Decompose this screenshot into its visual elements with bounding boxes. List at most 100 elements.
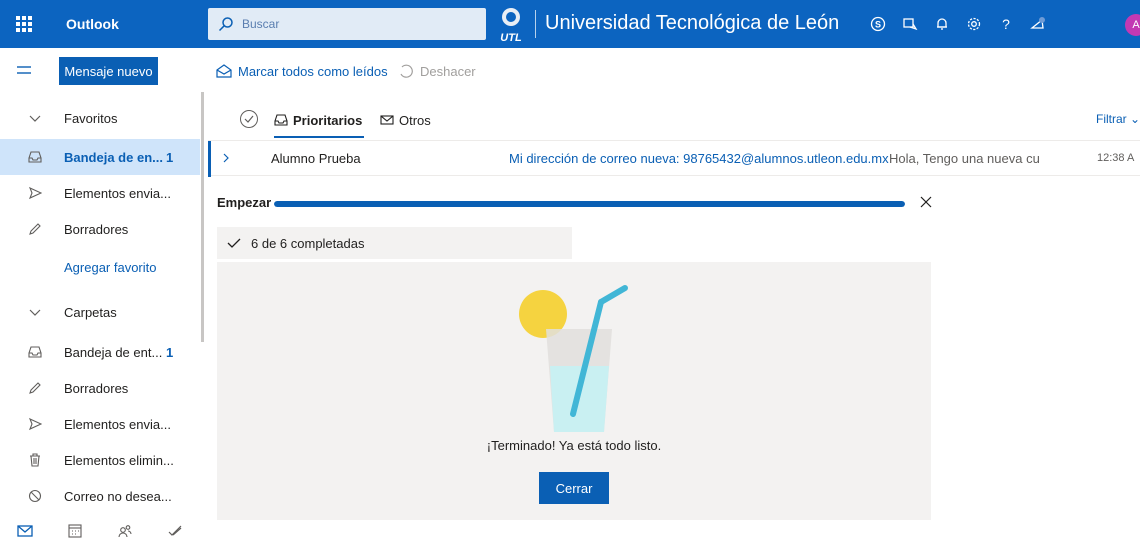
org-separator <box>535 10 536 38</box>
svg-text:?: ? <box>1002 16 1010 32</box>
utl-logo: UTL <box>500 8 522 44</box>
sidebar-item-label: Bandeja de en... <box>64 149 163 165</box>
tab-focused[interactable]: Prioritarios <box>274 110 362 130</box>
sidebar-item-label: Elementos envia... <box>64 185 171 201</box>
close-icon <box>920 196 932 208</box>
select-all-checkbox[interactable] <box>240 110 258 128</box>
filter-button[interactable]: Filtrar ⌄ <box>1096 112 1140 126</box>
settings-button[interactable] <box>958 0 990 48</box>
sidebar-item-favorites-drafts[interactable]: Borradores <box>0 211 200 247</box>
getting-started-progress <box>274 201 905 207</box>
module-switcher <box>0 513 204 549</box>
chevron-right-icon[interactable] <box>222 152 230 164</box>
progress-fill <box>274 201 905 207</box>
sidebar-item-label: Bandeja de ent... <box>64 344 163 360</box>
sidebar-item-drafts[interactable]: Borradores <box>0 370 200 406</box>
sidebar-item-favorites-sent[interactable]: Elementos envia... <box>0 175 200 211</box>
undo-icon <box>400 64 413 78</box>
app-name[interactable]: Outlook <box>48 16 198 32</box>
folder-pane-scrollbar[interactable] <box>201 92 204 342</box>
mail-module-button[interactable] <box>0 513 50 549</box>
nav-toggle-button[interactable] <box>0 48 48 92</box>
sidebar-item-label: Borradores <box>64 380 129 396</box>
waffle-icon <box>16 16 32 32</box>
send-icon <box>26 415 44 433</box>
add-favorite-link[interactable]: Agregar favorito <box>0 249 200 285</box>
mark-all-read-button[interactable]: Marcar todos como leídos <box>216 60 388 82</box>
tab-focused-underline <box>274 136 364 138</box>
message-time: 12:38 A <box>1097 152 1135 164</box>
svg-text:S: S <box>875 20 881 30</box>
inbox-icon <box>26 148 44 166</box>
inbox-tabs: Prioritarios Otros Filtrar ⌄ <box>208 100 1140 140</box>
filter-label: Filtrar <box>1096 112 1127 126</box>
help-icon: ? <box>1002 16 1010 32</box>
sidebar-item-label: Correo no desea... <box>64 488 172 504</box>
search-input[interactable] <box>242 17 472 31</box>
search-icon <box>218 17 233 32</box>
tab-other[interactable]: Otros <box>380 110 431 130</box>
help-button[interactable]: ? <box>990 0 1022 48</box>
favorites-header[interactable]: Favoritos <box>0 100 200 136</box>
completion-message: ¡Terminado! Ya está todo listo. <box>486 438 662 453</box>
sidebar-item-deleted[interactable]: Elementos elimin... <box>0 442 200 478</box>
sidebar-item-sent[interactable]: Elementos envia... <box>0 406 200 442</box>
org-name: Universidad Tecnológica de León <box>545 12 840 34</box>
envelope-open-icon <box>216 64 232 78</box>
unread-count: 1 <box>166 149 174 165</box>
unread-count: 1 <box>166 344 174 360</box>
todo-icon <box>168 525 182 536</box>
pencil-icon <box>26 220 44 238</box>
skype-icon: S <box>870 16 886 32</box>
chevron-down-icon <box>26 109 44 127</box>
inbox-icon <box>26 343 44 361</box>
whats-new-button[interactable] <box>1022 0 1054 48</box>
new-message-button[interactable]: Mensaje nuevo <box>59 57 158 85</box>
close-getting-started-button[interactable] <box>916 192 936 212</box>
mail-icon <box>380 115 394 125</box>
calendar-module-button[interactable] <box>50 513 100 549</box>
sidebar-item-inbox[interactable]: Bandeja de ent... 1 <box>0 334 200 370</box>
teams-button[interactable] <box>894 0 926 48</box>
teams-icon <box>903 18 918 31</box>
message-subject: Mi dirección de correo nueva: 98765432@a… <box>509 151 889 166</box>
chevron-down-icon <box>26 303 44 321</box>
folders-label: Carpetas <box>64 304 117 320</box>
pencil-icon <box>26 379 44 397</box>
checkmark-icon <box>227 238 241 248</box>
undo-button[interactable]: Deshacer <box>398 60 476 82</box>
avatar[interactable]: A <box>1125 14 1140 36</box>
trash-icon <box>26 451 44 469</box>
close-button[interactable]: Cerrar <box>539 472 609 504</box>
people-icon <box>118 525 132 538</box>
mark-all-read-label: Marcar todos como leídos <box>238 63 388 79</box>
folders-header[interactable]: Carpetas <box>0 294 200 330</box>
message-row[interactable]: Alumno Prueba Mi dirección de correo nue… <box>208 140 1140 177</box>
app-launcher-button[interactable] <box>0 0 48 48</box>
send-icon <box>26 184 44 202</box>
todo-module-button[interactable] <box>150 513 200 549</box>
sidebar-item-junk[interactable]: Correo no desea... <box>0 478 200 514</box>
completion-card: ¡Terminado! Ya está todo listo. Cerrar <box>217 262 931 520</box>
chevron-down-icon: ⌄ <box>1130 112 1140 126</box>
mail-icon <box>17 525 33 537</box>
hamburger-icon <box>17 66 31 74</box>
sidebar-item-favorites-inbox[interactable]: Bandeja de en... 1 <box>0 139 200 175</box>
notifications-button[interactable] <box>926 0 958 48</box>
checkmark-icon <box>244 115 254 123</box>
whats-new-icon <box>1030 17 1045 29</box>
inbox-icon <box>274 114 288 126</box>
people-module-button[interactable] <box>100 513 150 549</box>
tab-other-label: Otros <box>399 112 431 128</box>
skype-button[interactable]: S <box>862 0 894 48</box>
message-sender: Alumno Prueba <box>271 151 361 166</box>
search-box[interactable] <box>208 8 486 40</box>
block-icon <box>26 487 44 505</box>
undo-label: Deshacer <box>420 63 476 79</box>
sidebar-item-label: Borradores <box>64 221 129 237</box>
message-preview: Hola, Tengo una nueva cuent... <box>889 151 1039 166</box>
completed-status[interactable]: 6 de 6 completadas <box>217 227 572 259</box>
tab-focused-label: Prioritarios <box>293 112 363 128</box>
bell-icon <box>937 18 947 30</box>
logo-text: UTL <box>500 32 522 44</box>
